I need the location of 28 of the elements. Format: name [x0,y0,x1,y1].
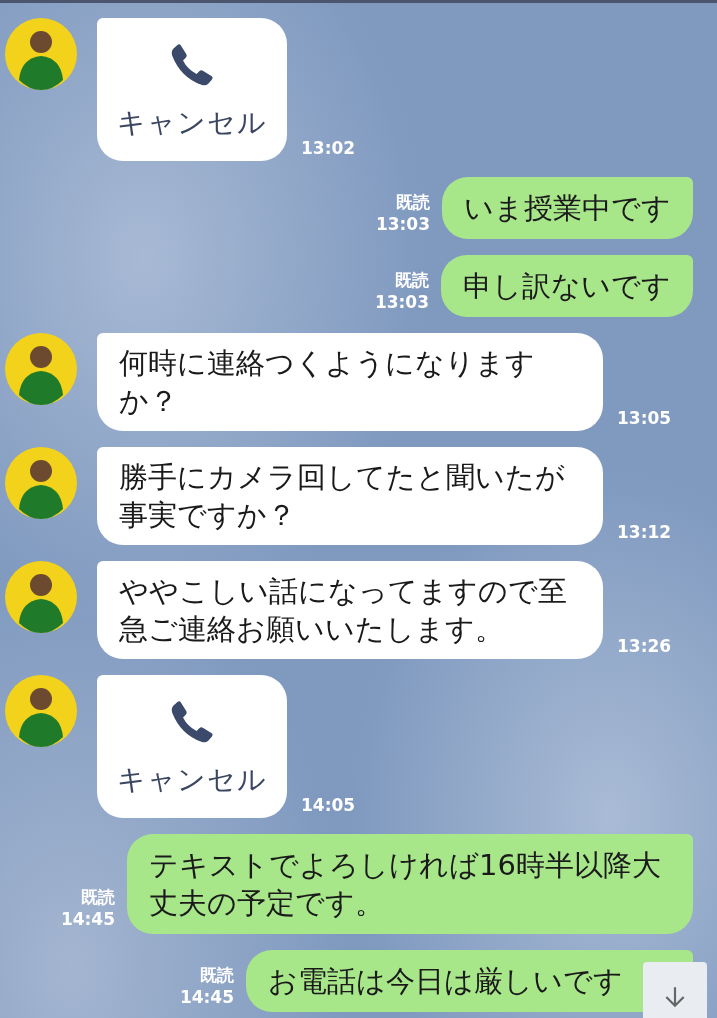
message-bubble: 何時に連絡つくようになりますか？ [97,333,603,431]
scroll-down-button[interactable] [643,962,707,1018]
call-bubble[interactable]: キャンセル [97,18,287,161]
message-bubble: ややこしい話になってますので至急ご連絡お願いいたします。 [97,561,603,659]
message-time: 13:03 [374,291,429,313]
avatar-icon[interactable] [5,333,77,405]
message-time: 14:45 [60,908,115,930]
message-time: 13:05 [617,407,672,429]
avatar-icon[interactable] [5,18,77,90]
message-time: 13:02 [301,137,356,159]
read-receipt: 既読 [200,964,234,986]
message-bubble: 申し訳ないです [441,255,693,317]
message-bubble: 勝手にカメラ回してたと聞いたが事実ですか？ [97,447,603,545]
message-time: 13:03 [375,213,430,235]
message-time: 14:05 [301,794,356,816]
avatar-icon[interactable] [5,447,77,519]
message-bubble: テキストでよろしければ16時半以降大丈夫の予定です。 [127,834,693,934]
read-receipt: 既読 [396,191,430,213]
message-time: 13:12 [617,521,672,543]
read-receipt: 既読 [81,886,115,908]
message-bubble: お電話は今日は厳しいです [246,950,693,1012]
message-time: 13:26 [617,635,672,657]
message-bubble: いま授業中です [442,177,693,239]
avatar-icon[interactable] [5,675,77,747]
call-bubble[interactable]: キャンセル [97,675,287,818]
avatar-icon[interactable] [5,561,77,633]
read-receipt: 既読 [395,269,429,291]
message-time: 14:45 [179,986,234,1008]
